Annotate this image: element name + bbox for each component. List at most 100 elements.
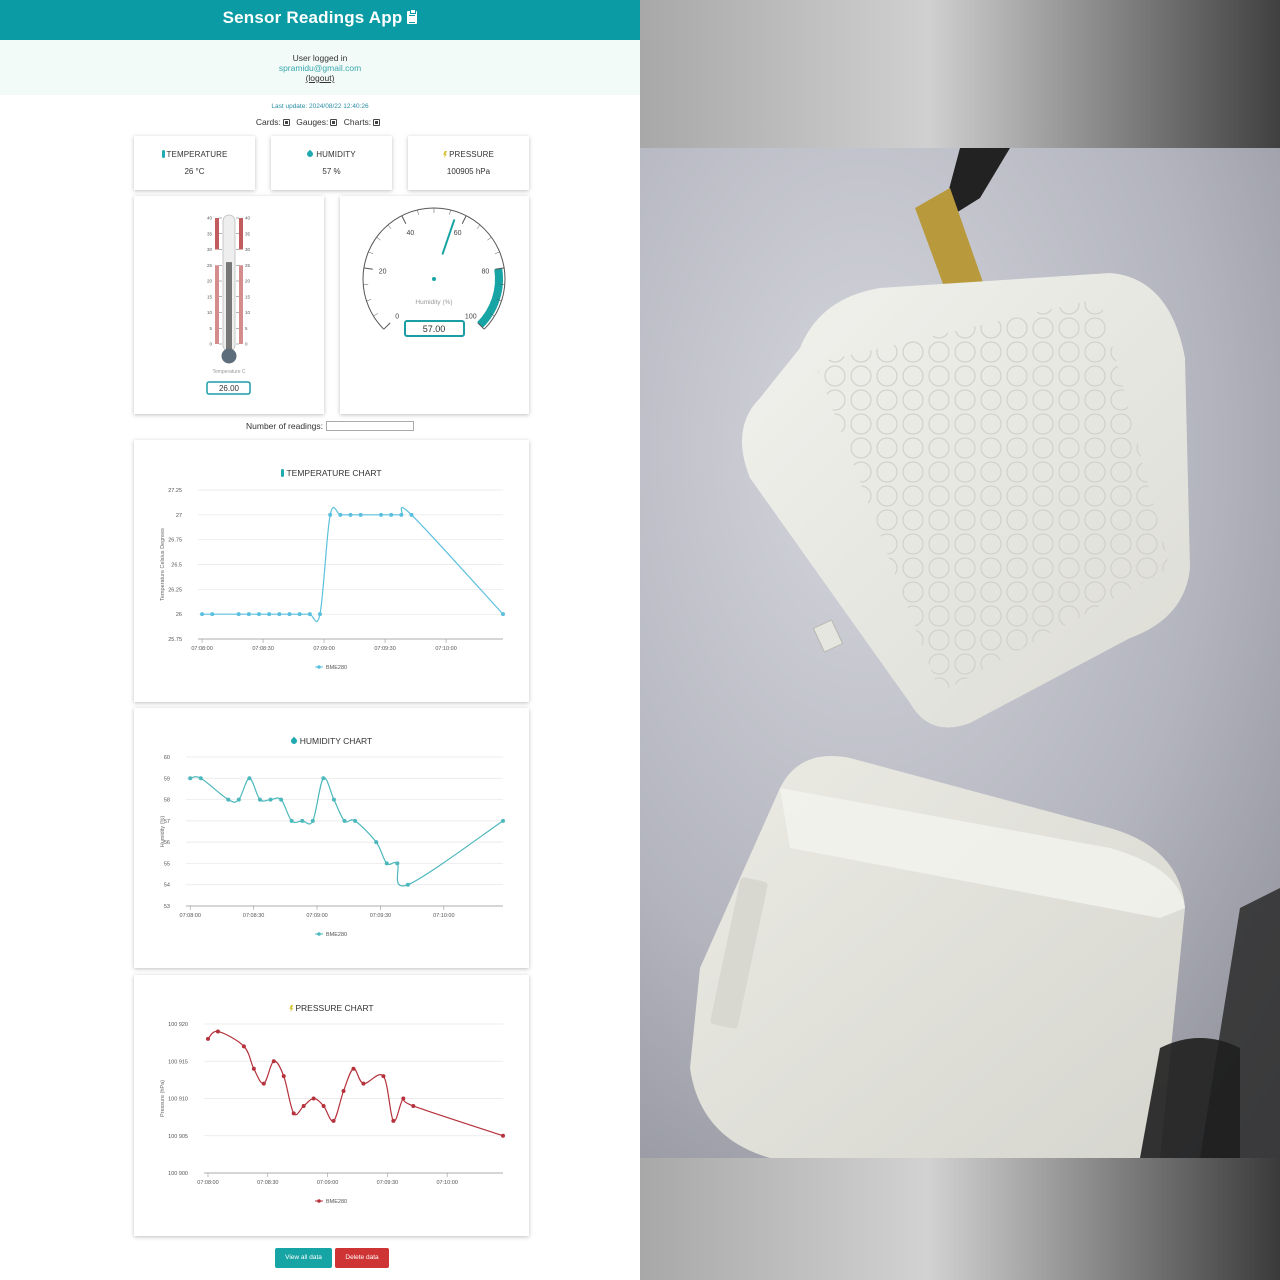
chart-data-point	[268, 797, 273, 802]
thermometer-tick-label-right: 30	[245, 247, 251, 252]
gauge-tick	[363, 267, 373, 270]
thermometer-tick-label-left: 15	[207, 294, 213, 299]
humidity-chart: 605958575655545307:08:00 07:08:30 07:09:00…	[160, 755, 505, 938]
pressure-value: 100905 hPa	[446, 167, 491, 176]
thermometer-band-right-low	[239, 265, 243, 344]
humidity-gauge-card: 0 20 40 60 80 100 Humidity (%) 57.00	[340, 196, 529, 414]
chart-y-tick-label: 59	[164, 776, 170, 782]
gauge-tick-label: 20	[379, 268, 387, 275]
chart-data-point	[200, 612, 205, 617]
view-toggles: Cards: Gauges: Charts:	[0, 117, 640, 127]
chart-data-point	[399, 512, 404, 517]
chart-legend-label: BME280	[326, 665, 347, 671]
clipboard-icon	[407, 9, 418, 24]
thermometer-mercury	[226, 262, 232, 350]
humidity-gauge-value: 57.00	[423, 324, 446, 334]
chart-x-tick-label: 07:09:00	[313, 646, 334, 652]
charts-checkbox[interactable]	[373, 119, 381, 126]
temperature-card-title: TEMPERATURE	[166, 150, 228, 159]
gauge-tick	[373, 313, 378, 317]
view-all-data-button[interactable]: View all data	[275, 1248, 332, 1268]
chart-data-point	[321, 776, 326, 781]
pressure-chart-title: PRESSURE CHART	[295, 1003, 374, 1013]
gauge-tick-label: 80	[481, 268, 489, 275]
chart-data-point	[331, 797, 336, 802]
chart-series-line	[190, 776, 504, 887]
gauge-tick	[417, 209, 419, 215]
chart-data-point	[331, 1118, 336, 1123]
chart-data-point	[301, 1103, 306, 1108]
gauges-checkbox[interactable]	[330, 119, 338, 126]
gauge-tick-label: 100	[465, 313, 477, 320]
logout-link[interactable]: (logout)	[306, 73, 335, 83]
chart-data-point	[257, 797, 262, 802]
chart-y-tick-label: 100 910	[168, 1097, 188, 1103]
chart-y-tick-label: 27	[176, 513, 182, 519]
chart-y-axis-label: Pressure (hPa)	[160, 1080, 166, 1117]
gauge-tick	[495, 267, 505, 270]
chart-data-point	[289, 818, 294, 823]
water-drop-icon	[289, 736, 299, 746]
gauges-toggle-label: Gauges:	[296, 117, 329, 127]
thermometer-icon	[281, 469, 285, 477]
humidity-gauge: 0 20 40 60 80 100 Humidity (%) 57.00	[362, 207, 506, 337]
chart-data-point	[381, 1074, 386, 1079]
chart-legend-label: BME280	[326, 1199, 347, 1205]
chart-x-tick-label: 07:10:00	[435, 646, 456, 652]
chart-data-point	[310, 818, 315, 823]
chart-data-point	[307, 612, 312, 617]
chart-x-tick-label: 07:08:30	[243, 913, 264, 919]
chart-y-tick-label: 100 900	[168, 1171, 188, 1177]
chart-data-point	[287, 612, 292, 617]
gauge-tick	[366, 299, 372, 302]
number-of-readings-input[interactable]	[326, 421, 415, 431]
humidity-value: 57 %	[322, 167, 341, 176]
chart-data-point	[215, 1029, 220, 1034]
gauge-tick	[401, 215, 407, 224]
thermometer-tick-label-right: 10	[245, 310, 251, 315]
last-update: Last update: 2024/08/22 12:40:26	[271, 103, 369, 110]
thermometer-label: Temperature C	[212, 369, 245, 375]
photo-top-band	[640, 0, 1280, 148]
chart-y-tick-label: 100 905	[168, 1134, 188, 1140]
chart-data-point	[271, 1059, 276, 1064]
chart-x-tick-label: 07:09:30	[370, 913, 391, 919]
thermometer-tick-label-left: 20	[207, 279, 213, 284]
chart-x-tick-label: 07:08:00	[180, 913, 201, 919]
pressure-chart-card: PRESSURE CHART 100 920 100 915 100 910 100 …	[134, 975, 529, 1236]
chart-data-point	[342, 818, 347, 823]
gauge-tick-label: 40	[406, 230, 414, 237]
delete-data-button[interactable]: Delete data	[335, 1248, 389, 1268]
humidity-card: HUMIDITY 57 %	[271, 136, 392, 190]
cards-checkbox[interactable]	[282, 119, 290, 126]
gauge-hub	[432, 277, 436, 281]
thermometer-tick-label-right: 20	[245, 279, 251, 284]
chart-data-point	[395, 861, 400, 866]
thermometer-icon	[161, 150, 165, 158]
chart-data-point	[291, 1111, 296, 1116]
water-drop-icon	[306, 149, 315, 159]
chart-data-point	[348, 512, 353, 517]
temperature-chart-title: TEMPERATURE CHART	[286, 468, 382, 478]
thermometer-tick-label-left: 30	[207, 247, 213, 252]
chart-y-tick-label: 60	[164, 755, 170, 761]
chart-data-point	[353, 818, 358, 823]
chart-data-point	[205, 1036, 210, 1041]
number-of-readings: Number of readings:	[246, 421, 415, 431]
device-photo	[640, 0, 1280, 1280]
chart-data-point	[261, 1081, 266, 1086]
gauge-tick	[376, 237, 381, 241]
chart-data-point	[246, 612, 251, 617]
user-logged-label: User logged in	[292, 53, 348, 63]
chart-x-tick-label: 07:08:00	[191, 646, 212, 652]
chart-x-tick-label: 07:08:00	[197, 1180, 218, 1186]
user-email: spramidu@gmail.com	[278, 63, 362, 73]
chart-y-tick-label: 25.75	[168, 637, 182, 643]
chart-data-point	[361, 1081, 366, 1086]
chart-series-line	[207, 1030, 504, 1137]
gauge-tick	[494, 251, 500, 254]
photo-bottom-band	[640, 1158, 1280, 1280]
temperature-chart: 27.25 27 26.75 26.5 26.25 26 25.75 07:08:00 07:0…	[160, 488, 505, 671]
chart-data-point	[374, 840, 379, 845]
number-of-readings-label: Number of readings:	[246, 421, 324, 431]
